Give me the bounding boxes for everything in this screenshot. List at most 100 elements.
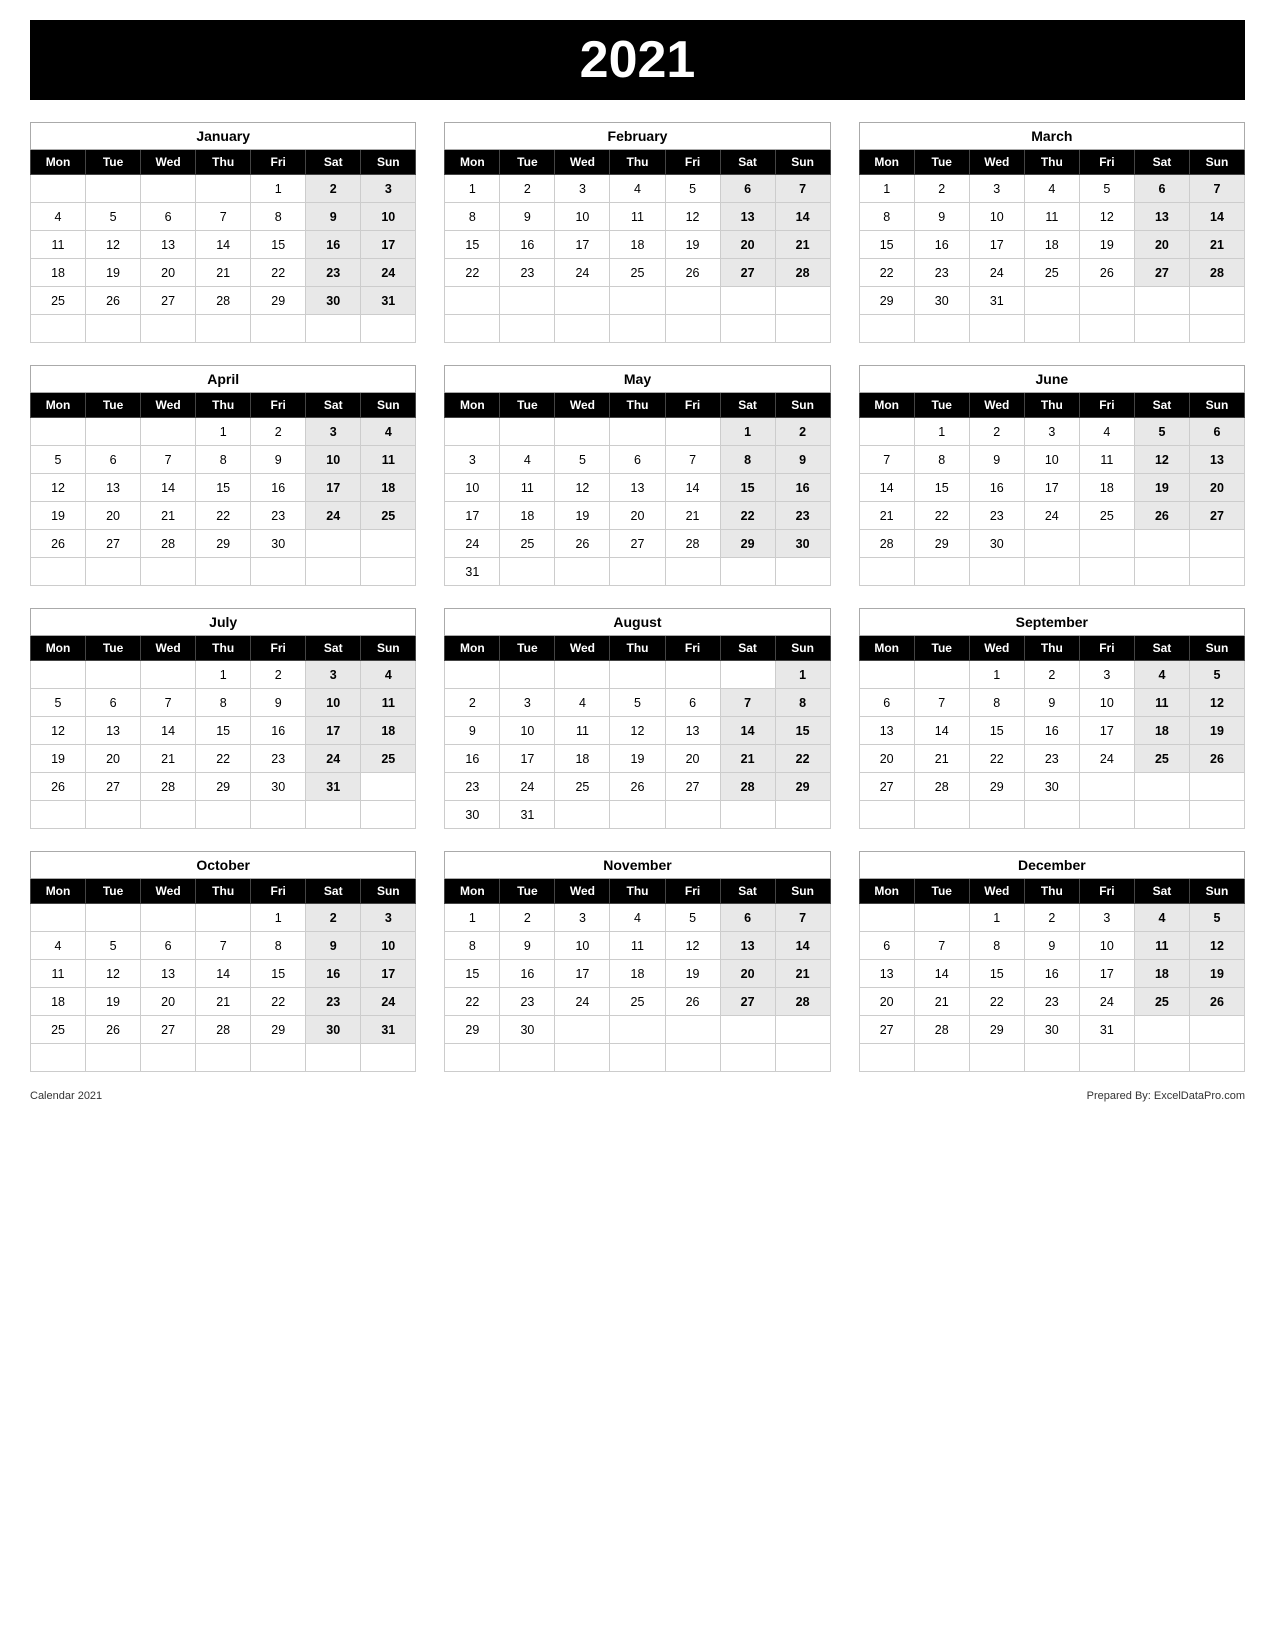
day-header-wed: Wed [969,393,1024,418]
day-cell: 9 [445,717,500,745]
day-cell: 30 [251,773,306,801]
day-cell [720,801,775,829]
day-cell: 14 [914,717,969,745]
day-cell [555,315,610,343]
day-cell: 29 [251,1016,306,1044]
day-cell: 1 [775,661,830,689]
day-cell [1079,287,1134,315]
day-cell: 7 [914,932,969,960]
day-cell: 25 [1134,745,1189,773]
day-cell: 24 [1079,745,1134,773]
day-cell: 14 [196,231,251,259]
day-cell: 6 [141,203,196,231]
day-cell: 20 [1189,474,1244,502]
day-cell: 3 [969,175,1024,203]
day-cell: 23 [306,259,361,287]
day-cell [555,1016,610,1044]
day-cell: 24 [1024,502,1079,530]
day-header-wed: Wed [555,636,610,661]
day-cell [141,175,196,203]
day-cell: 12 [1189,689,1244,717]
day-cell: 23 [775,502,830,530]
day-cell: 19 [665,960,720,988]
month-march: MarchMonTueWedThuFriSatSun12345678910111… [859,122,1245,343]
day-cell: 20 [720,231,775,259]
calendars-grid: JanuaryMonTueWedThuFriSatSun123456789101… [30,122,1245,1072]
day-cell [196,904,251,932]
day-header-fri: Fri [251,393,306,418]
day-cell [86,1044,141,1072]
day-header-wed: Wed [141,150,196,175]
day-cell: 25 [500,530,555,558]
day-cell: 28 [196,1016,251,1044]
day-cell [31,801,86,829]
day-header-fri: Fri [1079,879,1134,904]
day-cell: 26 [665,988,720,1016]
day-header-tue: Tue [914,150,969,175]
day-cell [775,1016,830,1044]
day-header-mon: Mon [31,879,86,904]
day-cell [361,530,416,558]
day-cell: 18 [1134,960,1189,988]
day-cell: 7 [141,689,196,717]
day-cell: 12 [86,960,141,988]
day-cell: 23 [251,502,306,530]
day-cell [775,287,830,315]
month-september: SeptemberMonTueWedThuFriSatSun1234567891… [859,608,1245,829]
month-name: February [445,123,830,150]
day-cell [1134,287,1189,315]
day-cell [31,1044,86,1072]
month-june: JuneMonTueWedThuFriSatSun123456789101112… [859,365,1245,586]
day-header-fri: Fri [1079,636,1134,661]
day-cell: 1 [969,904,1024,932]
day-cell [31,904,86,932]
day-cell: 28 [1189,259,1244,287]
day-cell: 22 [196,502,251,530]
day-cell [251,1044,306,1072]
day-cell: 1 [969,661,1024,689]
day-cell [445,1044,500,1072]
day-cell: 6 [859,689,914,717]
day-cell: 3 [445,446,500,474]
day-cell: 19 [86,259,141,287]
day-cell: 21 [859,502,914,530]
day-cell: 9 [914,203,969,231]
day-cell: 17 [1024,474,1079,502]
day-cell: 23 [1024,988,1079,1016]
day-cell: 15 [969,960,1024,988]
day-cell: 19 [665,231,720,259]
day-cell: 13 [859,717,914,745]
day-cell: 30 [914,287,969,315]
day-header-mon: Mon [859,879,914,904]
day-cell: 24 [361,988,416,1016]
day-cell [141,558,196,586]
day-cell [610,418,665,446]
day-cell: 18 [500,502,555,530]
day-cell [500,315,555,343]
day-cell [196,558,251,586]
day-cell [196,315,251,343]
day-header-fri: Fri [665,879,720,904]
day-cell: 4 [31,203,86,231]
day-cell: 14 [141,474,196,502]
day-cell: 12 [1079,203,1134,231]
day-cell: 10 [361,932,416,960]
day-cell [31,661,86,689]
day-cell [1079,558,1134,586]
day-cell: 27 [610,530,665,558]
day-cell: 5 [1079,175,1134,203]
month-name: December [859,852,1244,879]
day-cell: 2 [1024,661,1079,689]
month-name: March [859,123,1244,150]
day-cell: 8 [445,932,500,960]
day-cell: 2 [1024,904,1079,932]
day-cell [445,418,500,446]
day-header-tue: Tue [86,150,141,175]
day-cell [361,801,416,829]
day-cell: 1 [196,418,251,446]
day-cell [141,801,196,829]
day-cell: 11 [1024,203,1079,231]
day-header-thu: Thu [196,150,251,175]
day-cell [31,315,86,343]
day-cell [1189,773,1244,801]
